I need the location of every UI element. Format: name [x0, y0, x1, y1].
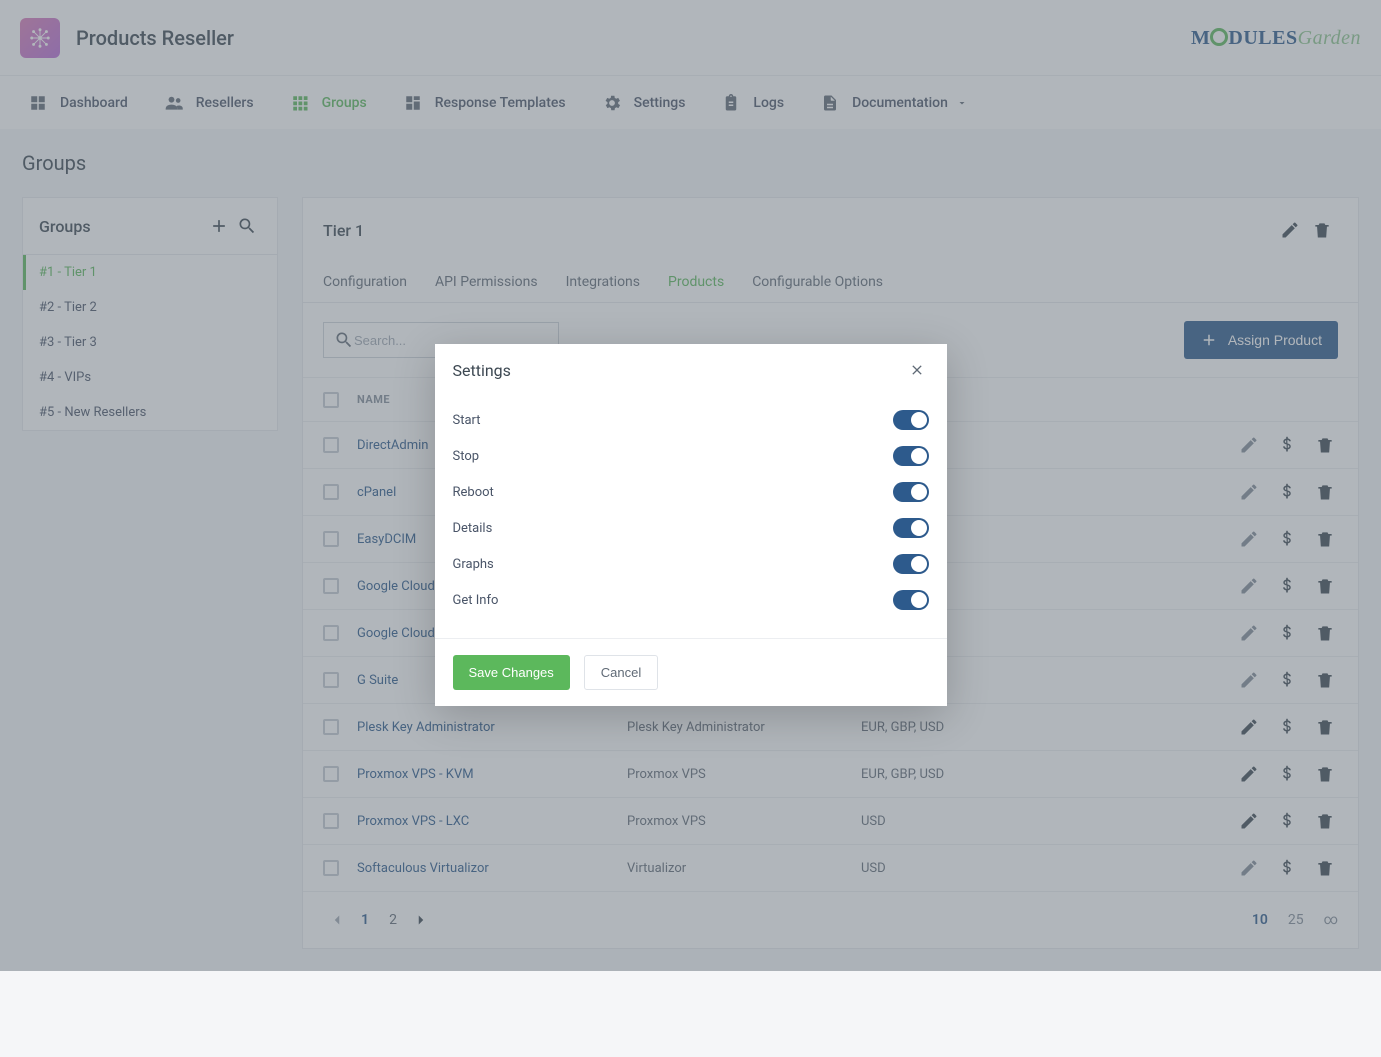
modal-footer: Save Changes Cancel — [435, 638, 947, 706]
setting-row: Get Info — [453, 582, 929, 618]
setting-toggle[interactable] — [893, 446, 929, 466]
setting-toggle[interactable] — [893, 590, 929, 610]
setting-toggle[interactable] — [893, 518, 929, 538]
modal-header: Settings — [435, 344, 947, 396]
setting-row: Graphs — [453, 546, 929, 582]
cancel-button[interactable]: Cancel — [584, 655, 658, 690]
setting-label: Get Info — [453, 593, 499, 608]
modal-title: Settings — [453, 361, 905, 380]
close-modal-button[interactable] — [905, 358, 929, 382]
setting-row: Reboot — [453, 474, 929, 510]
settings-modal: Settings Start Stop Reboot Details Graphs Get… — [435, 344, 947, 706]
setting-row: Details — [453, 510, 929, 546]
setting-label: Reboot — [453, 485, 494, 500]
setting-toggle[interactable] — [893, 482, 929, 502]
setting-toggle[interactable] — [893, 554, 929, 574]
modal-body: Start Stop Reboot Details Graphs Get Info — [435, 396, 947, 638]
setting-row: Stop — [453, 438, 929, 474]
save-button[interactable]: Save Changes — [453, 655, 570, 690]
setting-label: Start — [453, 413, 481, 428]
close-icon — [909, 362, 925, 378]
setting-toggle[interactable] — [893, 410, 929, 430]
setting-label: Details — [453, 521, 493, 536]
setting-row: Start — [453, 402, 929, 438]
setting-label: Graphs — [453, 557, 494, 572]
setting-label: Stop — [453, 449, 480, 464]
